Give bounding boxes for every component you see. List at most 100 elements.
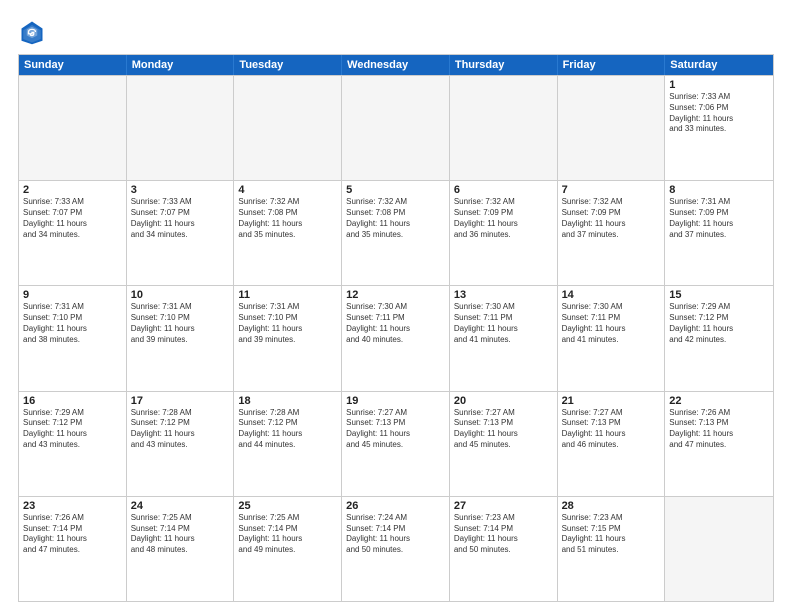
calendar-cell: 13Sunrise: 7:30 AM Sunset: 7:11 PM Dayli…: [450, 286, 558, 390]
day-number: 17: [131, 395, 230, 407]
calendar-cell: 2Sunrise: 7:33 AM Sunset: 7:07 PM Daylig…: [19, 181, 127, 285]
header-day-saturday: Saturday: [665, 55, 773, 75]
calendar-cell: 24Sunrise: 7:25 AM Sunset: 7:14 PM Dayli…: [127, 497, 235, 601]
calendar-cell: 5Sunrise: 7:32 AM Sunset: 7:08 PM Daylig…: [342, 181, 450, 285]
calendar-row-1: 1Sunrise: 7:33 AM Sunset: 7:06 PM Daylig…: [19, 75, 773, 180]
cell-info: Sunrise: 7:32 AM Sunset: 7:08 PM Dayligh…: [346, 197, 445, 240]
calendar-cell: 17Sunrise: 7:28 AM Sunset: 7:12 PM Dayli…: [127, 392, 235, 496]
calendar-cell: [342, 76, 450, 180]
cell-info: Sunrise: 7:27 AM Sunset: 7:13 PM Dayligh…: [454, 408, 553, 451]
cell-info: Sunrise: 7:27 AM Sunset: 7:13 PM Dayligh…: [346, 408, 445, 451]
cell-info: Sunrise: 7:32 AM Sunset: 7:09 PM Dayligh…: [454, 197, 553, 240]
day-number: 8: [669, 184, 769, 196]
logo-icon: [18, 18, 46, 46]
cell-info: Sunrise: 7:30 AM Sunset: 7:11 PM Dayligh…: [346, 302, 445, 345]
calendar-cell: 22Sunrise: 7:26 AM Sunset: 7:13 PM Dayli…: [665, 392, 773, 496]
cell-info: Sunrise: 7:31 AM Sunset: 7:10 PM Dayligh…: [238, 302, 337, 345]
header-day-friday: Friday: [558, 55, 666, 75]
calendar-cell: 7Sunrise: 7:32 AM Sunset: 7:09 PM Daylig…: [558, 181, 666, 285]
calendar: SundayMondayTuesdayWednesdayThursdayFrid…: [18, 54, 774, 602]
calendar-cell: 9Sunrise: 7:31 AM Sunset: 7:10 PM Daylig…: [19, 286, 127, 390]
cell-info: Sunrise: 7:31 AM Sunset: 7:09 PM Dayligh…: [669, 197, 769, 240]
calendar-cell: 25Sunrise: 7:25 AM Sunset: 7:14 PM Dayli…: [234, 497, 342, 601]
calendar-row-5: 23Sunrise: 7:26 AM Sunset: 7:14 PM Dayli…: [19, 496, 773, 601]
cell-info: Sunrise: 7:23 AM Sunset: 7:14 PM Dayligh…: [454, 513, 553, 556]
calendar-header: SundayMondayTuesdayWednesdayThursdayFrid…: [19, 55, 773, 75]
cell-info: Sunrise: 7:32 AM Sunset: 7:09 PM Dayligh…: [562, 197, 661, 240]
cell-info: Sunrise: 7:27 AM Sunset: 7:13 PM Dayligh…: [562, 408, 661, 451]
header-day-thursday: Thursday: [450, 55, 558, 75]
day-number: 21: [562, 395, 661, 407]
day-number: 10: [131, 289, 230, 301]
header-day-monday: Monday: [127, 55, 235, 75]
cell-info: Sunrise: 7:32 AM Sunset: 7:08 PM Dayligh…: [238, 197, 337, 240]
calendar-cell: 27Sunrise: 7:23 AM Sunset: 7:14 PM Dayli…: [450, 497, 558, 601]
cell-info: Sunrise: 7:29 AM Sunset: 7:12 PM Dayligh…: [669, 302, 769, 345]
cell-info: Sunrise: 7:33 AM Sunset: 7:07 PM Dayligh…: [131, 197, 230, 240]
day-number: 12: [346, 289, 445, 301]
header-day-tuesday: Tuesday: [234, 55, 342, 75]
calendar-cell: 23Sunrise: 7:26 AM Sunset: 7:14 PM Dayli…: [19, 497, 127, 601]
cell-info: Sunrise: 7:33 AM Sunset: 7:07 PM Dayligh…: [23, 197, 122, 240]
calendar-cell: 18Sunrise: 7:28 AM Sunset: 7:12 PM Dayli…: [234, 392, 342, 496]
calendar-cell: 3Sunrise: 7:33 AM Sunset: 7:07 PM Daylig…: [127, 181, 235, 285]
calendar-cell: 6Sunrise: 7:32 AM Sunset: 7:09 PM Daylig…: [450, 181, 558, 285]
day-number: 23: [23, 500, 122, 512]
calendar-cell: 4Sunrise: 7:32 AM Sunset: 7:08 PM Daylig…: [234, 181, 342, 285]
cell-info: Sunrise: 7:30 AM Sunset: 7:11 PM Dayligh…: [562, 302, 661, 345]
day-number: 6: [454, 184, 553, 196]
header-day-sunday: Sunday: [19, 55, 127, 75]
cell-info: Sunrise: 7:25 AM Sunset: 7:14 PM Dayligh…: [238, 513, 337, 556]
calendar-row-3: 9Sunrise: 7:31 AM Sunset: 7:10 PM Daylig…: [19, 285, 773, 390]
calendar-cell: 21Sunrise: 7:27 AM Sunset: 7:13 PM Dayli…: [558, 392, 666, 496]
calendar-cell: [19, 76, 127, 180]
day-number: 20: [454, 395, 553, 407]
day-number: 28: [562, 500, 661, 512]
calendar-cell: 19Sunrise: 7:27 AM Sunset: 7:13 PM Dayli…: [342, 392, 450, 496]
cell-info: Sunrise: 7:29 AM Sunset: 7:12 PM Dayligh…: [23, 408, 122, 451]
calendar-cell: 8Sunrise: 7:31 AM Sunset: 7:09 PM Daylig…: [665, 181, 773, 285]
day-number: 7: [562, 184, 661, 196]
day-number: 14: [562, 289, 661, 301]
cell-info: Sunrise: 7:28 AM Sunset: 7:12 PM Dayligh…: [131, 408, 230, 451]
cell-info: Sunrise: 7:31 AM Sunset: 7:10 PM Dayligh…: [131, 302, 230, 345]
calendar-cell: [127, 76, 235, 180]
cell-info: Sunrise: 7:28 AM Sunset: 7:12 PM Dayligh…: [238, 408, 337, 451]
cell-info: Sunrise: 7:31 AM Sunset: 7:10 PM Dayligh…: [23, 302, 122, 345]
day-number: 25: [238, 500, 337, 512]
calendar-cell: [234, 76, 342, 180]
calendar-cell: 10Sunrise: 7:31 AM Sunset: 7:10 PM Dayli…: [127, 286, 235, 390]
calendar-cell: [665, 497, 773, 601]
page: SundayMondayTuesdayWednesdayThursdayFrid…: [0, 0, 792, 612]
day-number: 3: [131, 184, 230, 196]
logo: [18, 18, 48, 46]
day-number: 13: [454, 289, 553, 301]
calendar-cell: [558, 76, 666, 180]
day-number: 2: [23, 184, 122, 196]
calendar-row-2: 2Sunrise: 7:33 AM Sunset: 7:07 PM Daylig…: [19, 180, 773, 285]
cell-info: Sunrise: 7:26 AM Sunset: 7:13 PM Dayligh…: [669, 408, 769, 451]
day-number: 16: [23, 395, 122, 407]
calendar-cell: 20Sunrise: 7:27 AM Sunset: 7:13 PM Dayli…: [450, 392, 558, 496]
calendar-cell: 14Sunrise: 7:30 AM Sunset: 7:11 PM Dayli…: [558, 286, 666, 390]
calendar-cell: 12Sunrise: 7:30 AM Sunset: 7:11 PM Dayli…: [342, 286, 450, 390]
calendar-cell: 11Sunrise: 7:31 AM Sunset: 7:10 PM Dayli…: [234, 286, 342, 390]
calendar-cell: 15Sunrise: 7:29 AM Sunset: 7:12 PM Dayli…: [665, 286, 773, 390]
day-number: 9: [23, 289, 122, 301]
calendar-cell: 28Sunrise: 7:23 AM Sunset: 7:15 PM Dayli…: [558, 497, 666, 601]
calendar-cell: [450, 76, 558, 180]
day-number: 5: [346, 184, 445, 196]
header-day-wednesday: Wednesday: [342, 55, 450, 75]
cell-info: Sunrise: 7:30 AM Sunset: 7:11 PM Dayligh…: [454, 302, 553, 345]
day-number: 1: [669, 79, 769, 91]
calendar-cell: 16Sunrise: 7:29 AM Sunset: 7:12 PM Dayli…: [19, 392, 127, 496]
calendar-row-4: 16Sunrise: 7:29 AM Sunset: 7:12 PM Dayli…: [19, 391, 773, 496]
day-number: 22: [669, 395, 769, 407]
day-number: 26: [346, 500, 445, 512]
cell-info: Sunrise: 7:25 AM Sunset: 7:14 PM Dayligh…: [131, 513, 230, 556]
day-number: 18: [238, 395, 337, 407]
day-number: 19: [346, 395, 445, 407]
cell-info: Sunrise: 7:26 AM Sunset: 7:14 PM Dayligh…: [23, 513, 122, 556]
header: [18, 18, 774, 46]
day-number: 4: [238, 184, 337, 196]
